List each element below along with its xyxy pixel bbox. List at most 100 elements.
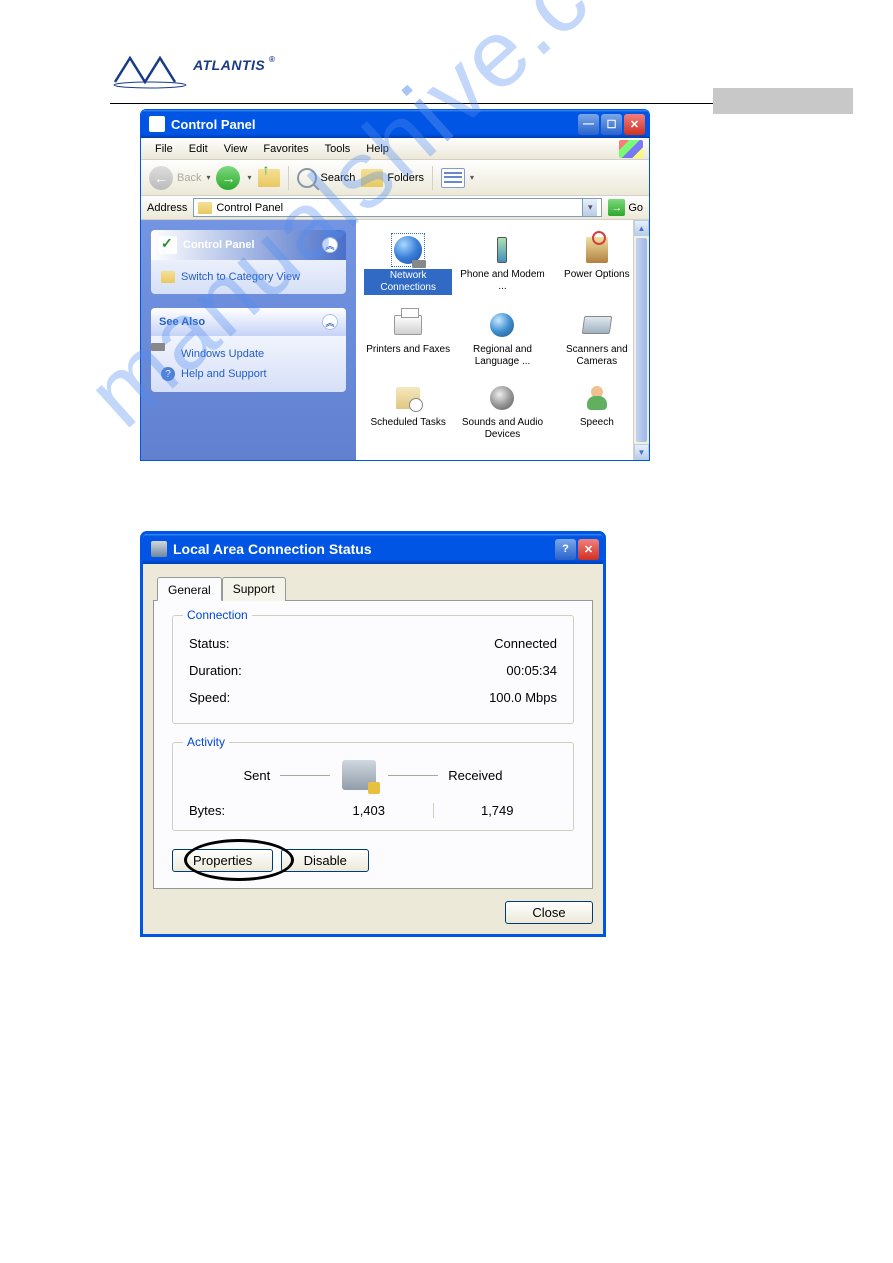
cp-small-icon [198,202,212,214]
menu-file[interactable]: File [147,141,181,157]
cp-menubar: File Edit View Favorites Tools Help [141,138,649,160]
lan-status-window: Local Area Connection Status ? ✕ General… [140,531,606,937]
tab-support[interactable]: Support [222,577,286,601]
lan-titlebar: Local Area Connection Status ? ✕ [143,534,603,564]
brand-logo: ATLANTIS [110,50,793,93]
scanner-icon [582,316,613,334]
help-icon: ? [161,367,175,381]
vertical-scrollbar[interactable]: ▲ ▼ [633,220,649,460]
menu-tools[interactable]: Tools [317,141,359,157]
scheduled-tasks-icon[interactable]: Scheduled Tasks [362,378,454,445]
switch-category-view-link[interactable]: Switch to Category View [161,268,336,286]
speaker-icon [490,386,514,410]
lan-title-text: Local Area Connection Status [173,541,372,557]
lan-tab-panel: Connection Status:Connected Duration:00:… [153,600,593,889]
close-button[interactable]: Close [505,901,593,924]
address-input[interactable]: Control Panel ▾ [193,198,602,217]
header-rule [110,103,750,104]
scroll-down-button[interactable]: ▼ [634,444,649,460]
maximize-button[interactable]: ☐ [601,114,622,135]
close-window-button[interactable]: ✕ [578,539,599,560]
cp-toolbar: ← Back ▾ → ▾ ↑ Search Folders ▾ [141,160,649,196]
go-button[interactable]: → Go [608,199,643,216]
cp-panel-icon [159,236,177,254]
chevron-down-icon: ▾ [247,173,251,182]
bytes-label: Bytes: [189,803,309,818]
cp-title-text: Control Panel [171,117,256,132]
go-icon: → [608,199,625,216]
menu-edit[interactable]: Edit [181,141,216,157]
connection-group: Connection Status:Connected Duration:00:… [172,615,574,724]
side-head-seealso[interactable]: See Also ︽ [151,308,346,336]
views-icon [441,168,465,188]
disable-button[interactable]: Disable [281,849,369,872]
network-icon [394,236,422,264]
windows-update-link[interactable]: Windows Update [161,344,336,364]
up-folder-button[interactable]: ↑ [258,169,280,187]
phone-icon [497,237,507,263]
folders-button[interactable]: Folders [361,169,424,187]
scroll-thumb[interactable] [636,238,647,442]
duration-label: Duration: [189,663,242,678]
control-panel-window: Control Panel — ☐ ✕ File Edit View Favor… [140,109,650,461]
network-activity-icon [340,757,378,793]
address-dropdown[interactable]: ▾ [582,199,597,216]
printers-faxes-icon[interactable]: Printers and Faxes [362,305,454,372]
status-value: Connected [494,636,557,651]
activity-line [280,775,330,776]
back-button[interactable]: ← Back ▾ [149,166,210,190]
speed-value: 100.0 Mbps [489,690,557,705]
lan-button-row: Properties Disable [172,849,574,872]
back-icon: ← [149,166,173,190]
cp-addressbar: Address Control Panel ▾ → Go [141,196,649,220]
menu-help[interactable]: Help [358,141,397,157]
forward-button[interactable]: → [216,166,240,190]
chevron-down-icon: ▾ [470,173,474,182]
tab-general[interactable]: General [157,577,222,601]
bytes-received-value: 1,749 [438,803,558,818]
activity-line [388,775,438,776]
cp-titlebar: Control Panel — ☐ ✕ [141,110,649,138]
network-connections-icon[interactable]: Network Connections [362,230,454,299]
phone-modem-icon[interactable]: Phone and Modem ... [456,230,548,299]
collapse-icon: ︽ [322,314,338,330]
search-icon [297,168,317,188]
properties-button[interactable]: Properties [172,849,273,872]
status-label: Status: [189,636,229,651]
sounds-audio-icon[interactable]: Sounds and Audio Devices [456,378,548,445]
address-label: Address [147,202,187,214]
speech-icon[interactable]: Speech [551,378,643,445]
close-button[interactable]: ✕ [624,114,645,135]
search-button[interactable]: Search [297,168,356,188]
cp-side-panel: Control Panel ︽ Switch to Category View … [141,220,356,460]
menu-view[interactable]: View [216,141,256,157]
power-options-icon[interactable]: Power Options [551,230,643,299]
scheduled-icon [396,387,420,409]
speed-label: Speed: [189,690,230,705]
toolbar-separator [288,166,289,190]
minimize-button[interactable]: — [578,114,599,135]
lan-title-icon [151,541,167,557]
chevron-down-icon: ▾ [206,173,210,182]
lan-tabs: General Support [157,577,593,601]
bytes-sent-value: 1,403 [309,803,429,818]
address-value: Control Panel [216,202,283,214]
printer-icon [394,315,422,335]
header-grey-box [713,88,853,114]
power-icon [586,237,608,263]
menu-favorites[interactable]: Favorites [255,141,316,157]
activity-group: Activity Sent Received Bytes: 1,403 1,74… [172,742,574,831]
category-icon [161,271,175,283]
sent-label: Sent [244,768,271,783]
views-button[interactable]: ▾ [441,168,474,188]
scroll-up-button[interactable]: ▲ [634,220,649,236]
bytes-separator [433,803,434,818]
scanners-cameras-icon[interactable]: Scanners and Cameras [551,305,643,372]
side-head-cp[interactable]: Control Panel ︽ [151,230,346,260]
folder-icon [361,169,383,187]
regional-language-icon[interactable]: Regional and Language ... [456,305,548,372]
help-support-link[interactable]: ? Help and Support [161,364,336,384]
cp-title-icon [149,116,165,132]
received-label: Received [448,768,502,783]
help-button[interactable]: ? [555,539,576,560]
